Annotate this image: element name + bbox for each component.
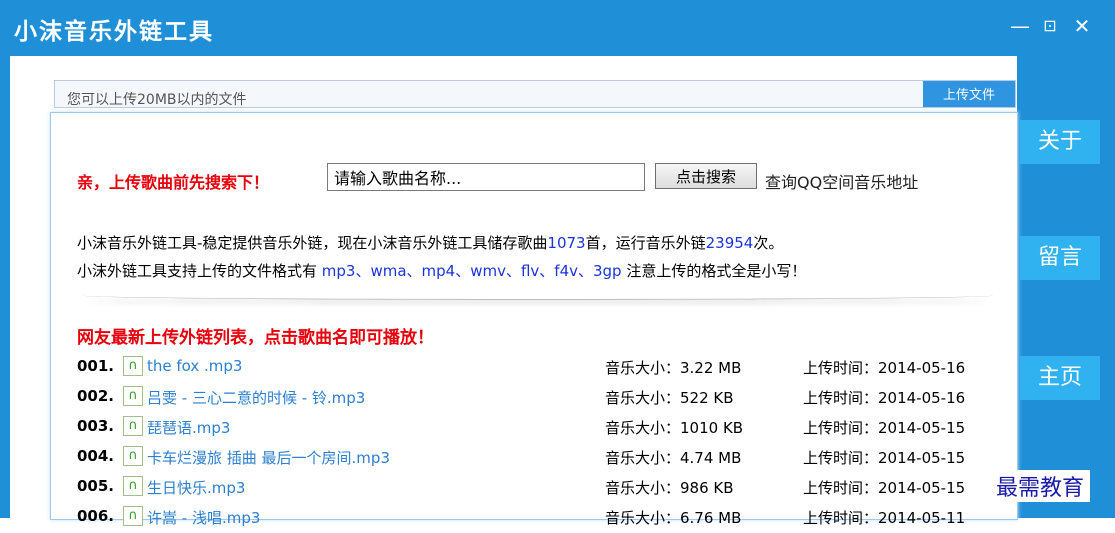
format-prefix: 小沫外链工具支持上传的文件格式有	[77, 262, 322, 280]
close-icon[interactable]: ✕	[1068, 14, 1096, 38]
song-link[interactable]: 琵琶语.mp3	[147, 417, 230, 438]
search-row: 亲，上传歌曲前先搜索下！ 点击搜索 查询QQ空间音乐地址	[77, 163, 977, 193]
song-size: 音乐大小：522 KB	[605, 389, 734, 407]
title-bar: 小沫音乐外链工具 — ⊡ ✕	[0, 0, 1115, 56]
song-time: 上传时间：2014-05-16	[803, 389, 966, 407]
song-number: 003.	[77, 417, 115, 435]
upload-button[interactable]: 上传文件	[923, 81, 1015, 107]
headphones-icon: ∩	[123, 386, 143, 406]
intro-text-c: 次。	[753, 234, 784, 252]
song-list: 001. ∩ the fox .mp3 音乐大小：3.22 MB 上传时间：20…	[77, 353, 1007, 533]
list-item: 002. ∩ 吕雯 - 三心二意的时候 - 铃.mp3 音乐大小：522 KB …	[77, 383, 1007, 413]
song-number: 005.	[77, 477, 115, 495]
song-number: 002.	[77, 387, 115, 405]
list-item: 005. ∩ 生日快乐.mp3 音乐大小：986 KB 上传时间：2014-05…	[77, 473, 1007, 503]
about-button[interactable]: 关于	[1020, 120, 1100, 164]
intro-line-2: 小沫外链工具支持上传的文件格式有 mp3、wma、mp4、wmv、flv、f4v…	[77, 257, 806, 285]
format-list: mp3、wma、mp4、wmv、flv、f4v、3gp	[321, 262, 622, 280]
minimize-icon[interactable]: —	[1006, 14, 1034, 38]
divider	[83, 291, 993, 300]
qq-music-link[interactable]: 查询QQ空间音乐地址	[765, 169, 918, 193]
song-time: 上传时间：2014-05-15	[803, 479, 966, 497]
upload-hint: 您可以上传20MB以内的文件	[67, 92, 247, 108]
search-prompt: 亲，上传歌曲前先搜索下！	[77, 173, 270, 192]
run-count: 23954	[705, 234, 754, 252]
song-size: 音乐大小：1010 KB	[605, 419, 744, 437]
home-button[interactable]: 主页	[1020, 356, 1100, 400]
song-link[interactable]: 生日快乐.mp3	[147, 477, 245, 498]
song-number: 001.	[77, 357, 115, 375]
list-item: 003. ∩ 琵琶语.mp3 音乐大小：1010 KB 上传时间：2014-05…	[77, 413, 1007, 443]
song-number: 006.	[77, 507, 115, 525]
song-time: 上传时间：2014-05-15	[803, 449, 966, 467]
song-size: 音乐大小：3.22 MB	[605, 359, 742, 377]
search-button[interactable]: 点击搜索	[655, 163, 757, 189]
intro-line-1: 小沫音乐外链工具-稳定提供音乐外链，现在小沫音乐外链工具储存歌曲1073首，运行…	[77, 229, 806, 257]
headphones-icon: ∩	[123, 416, 143, 436]
list-item: 004. ∩ 卡车烂漫旅 插曲 最后一个房间.mp3 音乐大小：4.74 MB …	[77, 443, 1007, 473]
music-panel: 亲，上传歌曲前先搜索下！ 点击搜索 查询QQ空间音乐地址 小沫音乐外链工具-稳定…	[50, 112, 1018, 527]
window-title: 小沫音乐外链工具	[14, 19, 214, 45]
song-number: 004.	[77, 447, 115, 465]
song-search-input[interactable]	[327, 163, 645, 191]
upload-bar: 您可以上传20MB以内的文件 上传文件	[54, 80, 1016, 108]
list-title: 网友最新上传外链列表，点击歌曲名即可播放！	[77, 328, 434, 348]
song-link[interactable]: the fox .mp3	[147, 357, 242, 375]
intro-text-a: 小沫音乐外链工具-稳定提供音乐外链，现在小沫音乐外链工具储存歌曲	[77, 234, 548, 252]
headphones-icon: ∩	[123, 476, 143, 496]
song-link[interactable]: 卡车烂漫旅 插曲 最后一个房间.mp3	[147, 447, 390, 468]
watermark: 最需教育	[990, 470, 1091, 502]
headphones-icon: ∩	[123, 446, 143, 466]
list-item: 006. ∩ 许嵩 - 浅唱.mp3 音乐大小：6.76 MB 上传时间：201…	[77, 503, 1007, 533]
song-time: 上传时间：2014-05-16	[803, 359, 966, 377]
intro-text: 小沫音乐外链工具-稳定提供音乐外链，现在小沫音乐外链工具储存歌曲1073首，运行…	[77, 229, 806, 285]
song-count: 1073	[547, 234, 586, 252]
headphones-icon: ∩	[123, 506, 143, 526]
song-size: 音乐大小：4.74 MB	[605, 449, 742, 467]
restore-icon[interactable]: ⊡	[1036, 14, 1064, 38]
song-time: 上传时间：2014-05-15	[803, 419, 966, 437]
list-item: 001. ∩ the fox .mp3 音乐大小：3.22 MB 上传时间：20…	[77, 353, 1007, 383]
song-link[interactable]: 吕雯 - 三心二意的时候 - 铃.mp3	[147, 387, 365, 408]
intro-text-b: 首，运行音乐外链	[585, 234, 706, 252]
message-button[interactable]: 留言	[1020, 236, 1100, 280]
song-size: 音乐大小：986 KB	[605, 479, 734, 497]
format-note: 注意上传的格式全是小写！	[621, 262, 807, 280]
main-content: 您可以上传20MB以内的文件 上传文件 亲，上传歌曲前先搜索下！ 点击搜索 查询…	[10, 56, 1018, 527]
app-window: 小沫音乐外链工具 — ⊡ ✕ 您可以上传20MB以内的文件 上传文件 亲，上传歌…	[0, 0, 1115, 527]
headphones-icon: ∩	[123, 356, 143, 376]
